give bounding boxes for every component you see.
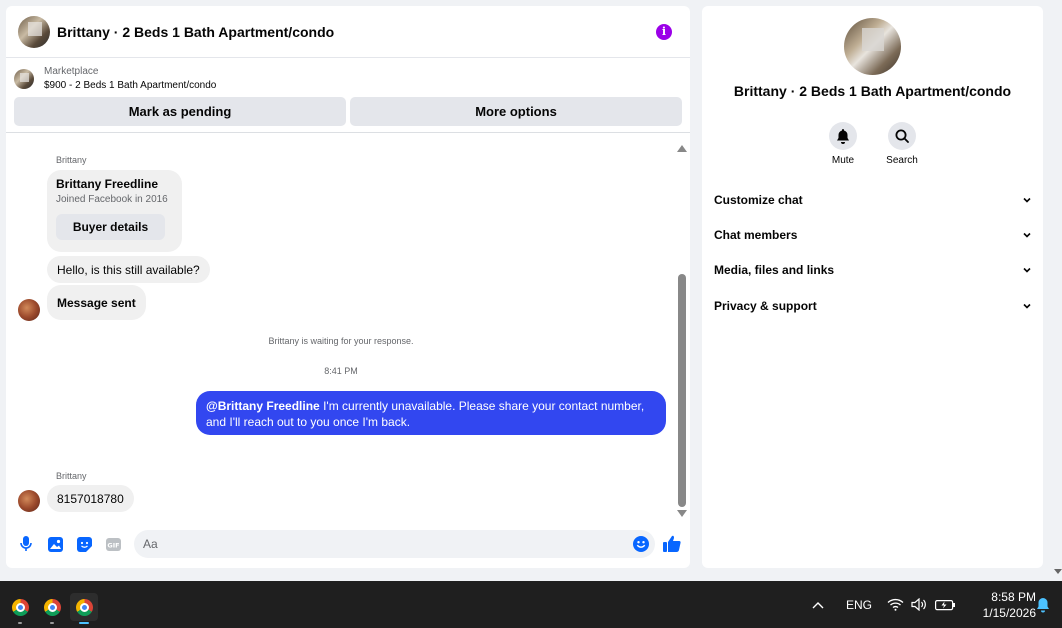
sender-name: Brittany [56, 155, 87, 165]
scrollbar[interactable] [677, 145, 687, 517]
chevron-down-icon [1023, 303, 1031, 309]
divider [6, 132, 690, 133]
search-icon [895, 129, 909, 143]
taskbar-app-chrome[interactable] [38, 593, 66, 624]
info-actions: Mute Search [702, 122, 1043, 166]
chat-header: Brittany · 2 Beds 1 Bath Apartment/condo… [6, 6, 690, 58]
section-label: Customize chat [714, 193, 803, 207]
message-bubble[interactable]: Message sent [47, 285, 146, 320]
mute-label: Mute [831, 155, 855, 166]
emoji-icon[interactable] [633, 536, 649, 552]
clock-date: 1/15/2026 [982, 606, 1036, 620]
listing-category: Marketplace [44, 66, 99, 77]
gif-icon[interactable]: GIF [104, 535, 122, 553]
chevron-up-icon [812, 601, 824, 608]
more-options-button[interactable]: More options [350, 97, 682, 126]
section-label: Media, files and links [714, 263, 835, 277]
bell-icon [837, 128, 849, 144]
section-media-files-links[interactable]: Media, files and links [714, 263, 1031, 277]
mention[interactable]: @Brittany Freedline [206, 399, 320, 413]
photo-icon[interactable] [46, 535, 64, 553]
wifi-icon[interactable] [887, 581, 904, 628]
listing-price-title[interactable]: $900 - 2 Beds 1 Bath Apartment/condo [44, 80, 216, 91]
buyer-joined: Joined Facebook in 2016 [56, 194, 168, 205]
active-indicator [79, 622, 89, 624]
message-bubble[interactable]: 8157018780 [47, 485, 134, 512]
listing-bar: Marketplace $900 - 2 Beds 1 Bath Apartme… [6, 58, 690, 126]
sticker-icon[interactable] [75, 535, 93, 553]
buyer-name[interactable]: Brittany Freedline [56, 177, 173, 191]
buyer-details-button[interactable]: Buyer details [56, 214, 165, 240]
battery-charging-icon[interactable] [935, 581, 956, 628]
chat-info-panel: Brittany · 2 Beds 1 Bath Apartment/condo… [702, 6, 1043, 568]
chat-title[interactable]: Brittany · 2 Beds 1 Bath Apartment/condo [57, 24, 656, 40]
sender-name: Brittany [56, 471, 87, 481]
message-input[interactable]: Aa [134, 530, 655, 558]
chat-avatar[interactable] [18, 15, 50, 48]
waiting-notice: Brittany is waiting for your response. [268, 336, 414, 346]
chevron-down-icon [1023, 232, 1031, 238]
composer: GIF Aa [6, 528, 690, 560]
section-customize-chat[interactable]: Customize chat [714, 193, 1031, 207]
system-clock[interactable]: 8:58 PM 1/15/2026 [966, 589, 1036, 621]
svg-text:GIF: GIF [107, 541, 119, 549]
microphone-icon[interactable] [17, 535, 35, 553]
sender-avatar[interactable] [18, 299, 40, 321]
buyer-card: Brittany Freedline Joined Facebook in 20… [47, 170, 182, 252]
mark-as-pending-button[interactable]: Mark as pending [14, 97, 346, 126]
section-label: Chat members [714, 228, 798, 242]
language-indicator[interactable]: ENG [846, 581, 872, 628]
sender-avatar[interactable] [18, 490, 40, 512]
running-indicator [50, 622, 54, 624]
taskbar: ENG 8:58 PM 1/15/2026 [0, 581, 1062, 628]
message-timestamp: 8:41 PM [324, 366, 358, 376]
chat-panel: Brittany · 2 Beds 1 Bath Apartment/condo… [6, 6, 690, 568]
scroll-up-arrow-icon[interactable] [677, 145, 687, 152]
chrome-icon [75, 598, 93, 616]
clock-time: 8:58 PM [991, 590, 1036, 604]
message-bubble[interactable]: Hello, is this still available? [47, 256, 210, 283]
scroll-down-arrow-icon[interactable] [677, 510, 687, 517]
volume-icon[interactable] [911, 581, 927, 628]
scroll-thumb[interactable] [678, 274, 686, 507]
chevron-down-icon [1023, 267, 1031, 273]
info-panel-title: Brittany · 2 Beds 1 Bath Apartment/condo [733, 83, 1012, 99]
section-label: Privacy & support [714, 299, 817, 313]
section-chat-members[interactable]: Chat members [714, 228, 1031, 242]
running-indicator [18, 622, 22, 624]
like-thumbs-up-icon[interactable] [663, 535, 681, 553]
info-icon[interactable]: i [656, 23, 672, 40]
taskbar-app-chrome-active[interactable] [70, 593, 98, 624]
page-scroll-down-icon[interactable] [1054, 569, 1062, 574]
message-input-placeholder: Aa [143, 537, 158, 551]
mute-button[interactable]: Mute [825, 122, 861, 166]
message-list: Brittany Brittany Freedline Joined Faceb… [6, 139, 690, 524]
outgoing-message-bubble[interactable]: @Brittany Freedline I'm currently unavai… [196, 391, 666, 435]
notification-bell-icon[interactable] [1036, 581, 1050, 628]
search-label: Search [886, 155, 918, 166]
section-privacy-support[interactable]: Privacy & support [714, 299, 1031, 313]
chevron-down-icon [1023, 197, 1031, 203]
chrome-icon [11, 598, 29, 616]
chrome-icon [43, 598, 61, 616]
show-hidden-icons[interactable] [812, 581, 824, 628]
listing-thumbnail[interactable] [14, 68, 34, 89]
profile-avatar[interactable] [844, 18, 901, 75]
search-button[interactable]: Search [884, 122, 920, 166]
taskbar-app-chrome[interactable] [6, 593, 34, 624]
